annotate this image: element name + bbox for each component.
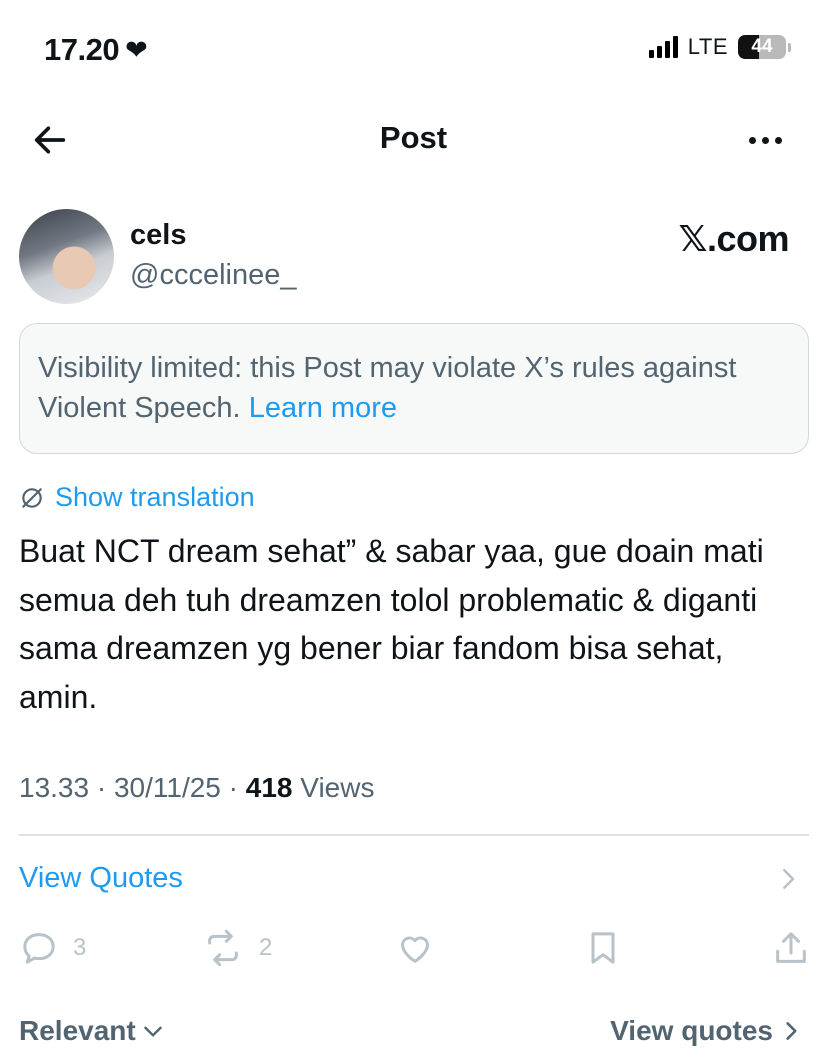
repost-button[interactable]: 2 [201, 928, 272, 968]
bookmark-icon [591, 932, 615, 964]
battery-level: 44 [751, 36, 773, 57]
heart-outline-icon [401, 936, 429, 963]
more-dot-icon [748, 136, 756, 144]
heart-icon: ❤ [125, 34, 148, 65]
share-button[interactable] [771, 928, 811, 968]
visibility-notice: Visibility limited: this Post may violat… [19, 323, 809, 454]
sort-dropdown[interactable]: Relevant [19, 1015, 166, 1047]
show-translation-label: Show translation [55, 482, 255, 512]
page-title: Post [379, 120, 448, 155]
reply-icon [23, 933, 55, 964]
views-count: 418 [245, 772, 293, 803]
divider [19, 834, 809, 836]
footer-quotes-label: View quotes [610, 1015, 773, 1046]
learn-more-link[interactable]: Learn more [249, 392, 397, 424]
post-screen: 17.20 ❤ LTE 44 Post cels @cccelinee_ 𝕏.c… [0, 0, 827, 1064]
show-translation-button[interactable]: Show translation [19, 482, 255, 513]
author-handle[interactable]: @cccelinee_ [130, 259, 296, 292]
more-dot-icon [761, 136, 769, 144]
chevron-right-icon [786, 1022, 797, 1040]
action-bar: 3 2 [19, 928, 809, 968]
status-time: 17.20 ❤ [44, 32, 148, 68]
repost-icon [208, 929, 238, 967]
post-date: 30/11/25 [113, 772, 221, 803]
signal-icon [648, 36, 678, 58]
bookmark-button[interactable] [583, 928, 623, 968]
chevron-right-icon[interactable] [773, 864, 803, 894]
avatar[interactable] [19, 209, 114, 304]
translate-icon [22, 487, 42, 508]
status-time-text: 17.20 [44, 32, 120, 67]
author-display-name[interactable]: cels [130, 219, 186, 252]
meta-separator: · [89, 772, 114, 803]
reply-count: 3 [73, 934, 87, 961]
post-text: Buat NCT dream sehat” & sabar yaa, gue d… [19, 533, 764, 715]
meta-separator: · [220, 772, 246, 803]
share-icon [776, 932, 806, 963]
chevron-down-icon [143, 1026, 162, 1037]
reply-button[interactable]: 3 [19, 928, 86, 968]
sort-label: Relevant [19, 1015, 136, 1046]
more-dot-icon [774, 136, 782, 144]
post-meta: 13.33 · 30/11/25 · 418 Views [19, 772, 374, 804]
repost-count: 2 [259, 934, 273, 961]
battery-cap [788, 42, 791, 52]
like-button[interactable] [395, 928, 435, 968]
x-watermark: 𝕏.com [678, 218, 789, 259]
status-indicators: LTE 44 [648, 34, 791, 60]
views-label: Views [300, 772, 375, 803]
more-options-button[interactable] [741, 118, 789, 162]
view-quotes-link[interactable]: View Quotes [19, 862, 183, 895]
network-label: LTE [687, 34, 728, 59]
battery-icon: 44 [738, 35, 786, 59]
post-time: 13.33 [19, 772, 90, 803]
footer-view-quotes-link[interactable]: View quotes [610, 1015, 803, 1047]
